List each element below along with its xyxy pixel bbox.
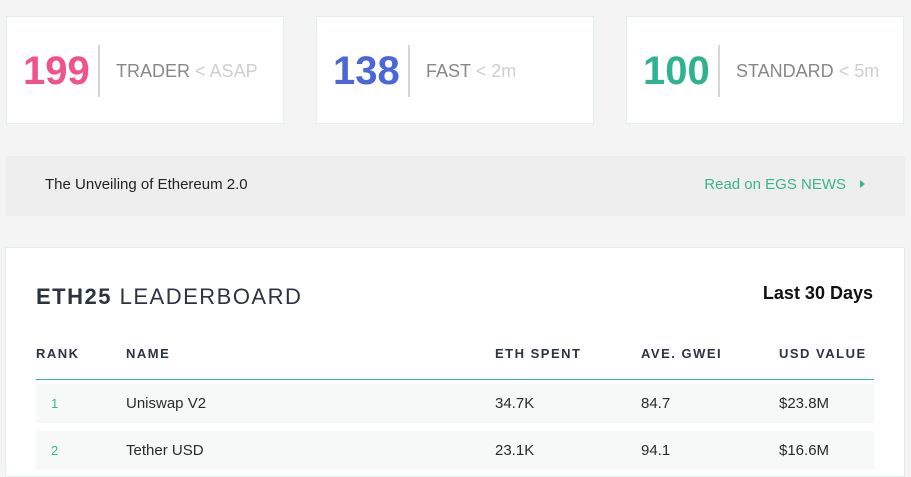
news-banner: The Unveiling of Ethereum 2.0 Read on EG… [6,156,905,216]
card-divider [718,45,720,97]
speed-eta: < ASAP [195,61,258,81]
speed-name: STANDARD [736,61,834,81]
read-news-label: Read on EGS NEWS [704,176,846,193]
column-header-eth-spent[interactable]: ETH SPENT [495,346,581,361]
row-usd-value: $16.6M [779,442,830,459]
news-headline: The Unveiling of Ethereum 2.0 [45,176,248,193]
row-eth-spent: 34.7K [495,395,535,412]
gas-price-fast: 138 [333,49,400,93]
gas-card-fast[interactable]: 138 FAST < 2m [316,16,594,124]
leaderboard-title-rest: LEADERBOARD [119,284,303,309]
row-ave-gwei: 94.1 [641,442,671,459]
gas-speed-label-trader: TRADER < ASAP [116,60,258,82]
header-divider [36,379,874,380]
gas-card-trader[interactable]: 199 TRADER < ASAP [6,16,284,124]
table-header: RANK NAME ETH SPENT AVE. GWEI USD VALUE [36,346,874,366]
speed-eta: < 2m [475,61,517,81]
gas-price-trader: 199 [23,49,90,93]
table-row[interactable]: 1 Uniswap V2 34.7K 84.7 $23.8M [36,384,874,423]
speed-name: TRADER [116,61,191,81]
gas-speed-label-fast: FAST < 2m [426,60,516,82]
leaderboard-title: ETH25 LEADERBOARD [36,284,302,310]
row-eth-spent: 23.1K [495,442,535,459]
gas-card-standard[interactable]: 100 STANDARD < 5m [626,16,904,124]
card-divider [408,45,410,97]
play-triangle-icon [860,180,865,188]
gas-speed-label-standard: STANDARD < 5m [736,60,879,82]
period-selector[interactable]: Last 30 Days [763,282,873,304]
row-rank: 1 [51,396,59,411]
gas-price-standard: 100 [643,49,710,93]
card-divider [98,45,100,97]
row-usd-value: $23.8M [779,395,830,412]
column-header-ave-gwei[interactable]: AVE. GWEI [641,346,722,361]
row-rank: 2 [51,443,59,458]
column-header-usd-value[interactable]: USD VALUE [779,346,867,361]
speed-name: FAST [426,61,471,81]
leaderboard-title-strong: ETH25 [36,284,112,309]
table-row[interactable]: 2 Tether USD 23.1K 94.1 $16.6M [36,431,874,470]
row-name: Tether USD [126,442,204,459]
read-news-link[interactable]: Read on EGS NEWS [704,175,865,195]
column-header-name[interactable]: NAME [126,346,170,361]
column-header-rank[interactable]: RANK [36,346,80,361]
speed-eta: < 5m [838,61,880,81]
leaderboard-panel: ETH25 LEADERBOARD Last 30 Days RANK NAME… [5,247,905,477]
row-name: Uniswap V2 [126,395,207,412]
row-ave-gwei: 84.7 [641,395,671,412]
